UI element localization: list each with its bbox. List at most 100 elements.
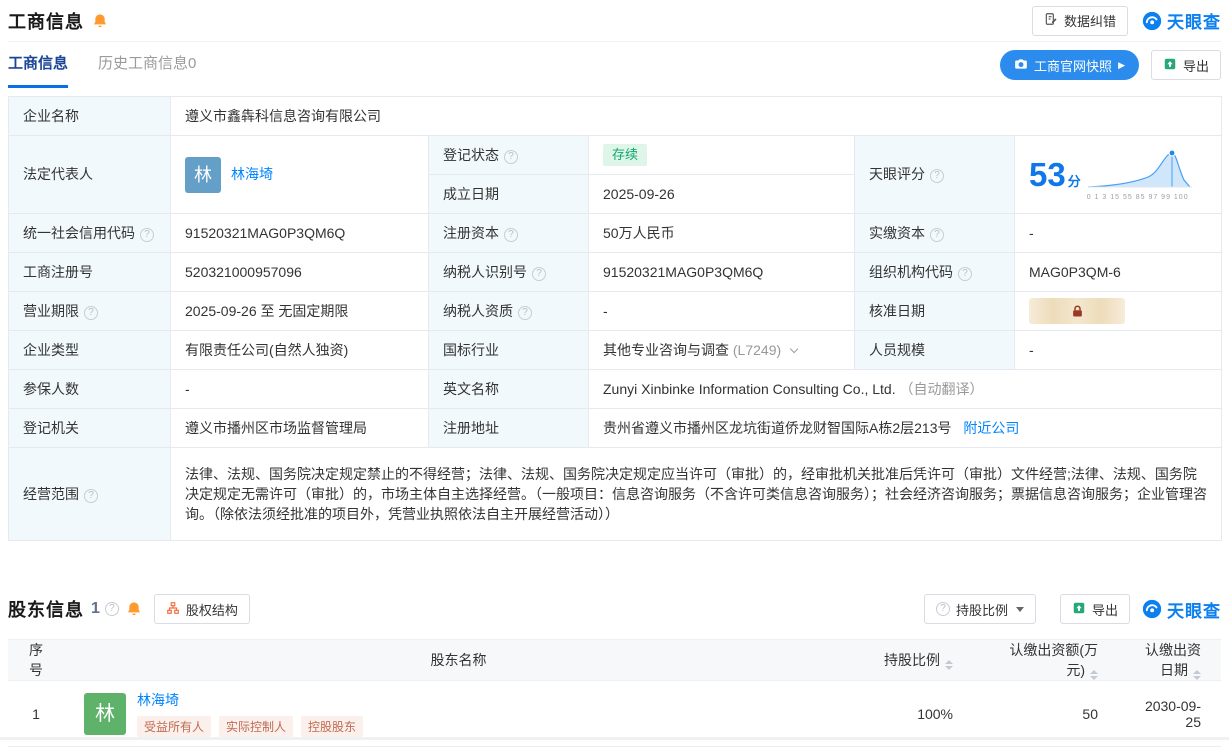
business-scope-label-text: 经营范围: [23, 486, 79, 502]
taxpayer-quality-value: -: [589, 292, 855, 331]
ratio-filter-label: 持股比例: [956, 600, 1008, 619]
locked-value[interactable]: [1029, 298, 1125, 324]
insured-num-value: -: [171, 370, 429, 409]
camera-icon: [1014, 57, 1028, 74]
org-code-value: MAG0P3QM-6: [1015, 253, 1222, 292]
export-button[interactable]: 导出: [1060, 594, 1130, 624]
org-code-label: 组织机构代码: [855, 253, 1015, 292]
data-correction-button[interactable]: 数据纠错: [1032, 6, 1128, 36]
tab-actions: 工商官网快照 ▶ 导出: [1000, 50, 1221, 80]
legal-rep-link[interactable]: 林海埼: [231, 164, 273, 184]
tianyancha-logo-text: 天眼查: [1167, 8, 1221, 33]
reg-no-value: 520321000957096: [171, 253, 429, 292]
table-header-row: 序号 股东名称 持股比例 认缴出资额(万元) 认缴出资日期: [8, 640, 1221, 681]
establish-date-label: 成立日期: [429, 175, 589, 214]
export-icon: [1163, 57, 1177, 74]
column-date-sort[interactable]: 认缴出资日期: [1118, 640, 1221, 681]
help-icon[interactable]: [504, 150, 518, 164]
nearby-companies-link[interactable]: 附近公司: [963, 420, 1019, 436]
column-ratio-sort[interactable]: 持股比例: [853, 640, 973, 681]
english-name-label: 英文名称: [429, 370, 589, 409]
page-title: 工商信息: [8, 8, 84, 34]
help-icon[interactable]: [930, 169, 944, 183]
help-icon[interactable]: [518, 306, 532, 320]
legal-rep-cell: 林 林海埼: [171, 136, 429, 214]
help-icon: [936, 602, 950, 616]
shareholder-avatar[interactable]: 林: [84, 693, 126, 735]
tianyancha-logo[interactable]: 天眼查: [1142, 8, 1221, 33]
taxpayer-no-label-text: 纳税人识别号: [443, 264, 527, 280]
tag-controlling-shareholder[interactable]: 控股股东: [301, 716, 363, 737]
tag-actual-controller[interactable]: 实际控制人: [219, 716, 293, 737]
company-name-value: 遵义市鑫犇科信息咨询有限公司: [171, 97, 1222, 136]
help-icon[interactable]: [532, 267, 546, 281]
establish-date-value: 2025-09-26: [589, 175, 855, 214]
reg-status-cell: 存续: [589, 136, 855, 175]
org-chart-icon: [166, 601, 180, 618]
header-actions: 数据纠错 天眼查: [1032, 6, 1221, 36]
status-badge: 存续: [603, 144, 647, 167]
caret-down-icon: [1016, 607, 1024, 612]
business-info-page: 工商信息 数据纠错 天眼查 工商信息 历史工商信息0: [0, 0, 1229, 747]
taxpayer-no-value: 91520321MAG0P3QM6Q: [589, 253, 855, 292]
tianyancha-logo-icon: [1142, 599, 1162, 619]
business-term-label: 营业期限: [9, 292, 171, 331]
score-unit: 分: [1068, 174, 1081, 189]
sort-icon: [1090, 670, 1098, 680]
taxpayer-no-label: 纳税人识别号: [429, 253, 589, 292]
edit-document-icon: [1044, 12, 1058, 29]
shareholders-count: 1: [91, 600, 100, 618]
org-code-label-text: 组织机构代码: [869, 264, 953, 280]
insured-num-label: 参保人数: [9, 370, 171, 409]
industry-label: 国标行业: [429, 331, 589, 370]
tab-history-info[interactable]: 历史工商信息0: [98, 42, 196, 88]
approval-date-label: 核准日期: [855, 292, 1015, 331]
paid-capital-label-text: 实缴资本: [869, 225, 925, 241]
business-term-label-text: 营业期限: [23, 303, 79, 319]
english-name-value: Zunyi Xinbinke Information Consulting Co…: [603, 381, 896, 397]
column-no: 序号: [8, 640, 64, 681]
paid-capital-label: 实缴资本: [855, 214, 1015, 253]
reg-capital-value: 50万人民币: [589, 214, 855, 253]
score-cell[interactable]: 53分 0 1 3 15 55 85 97 99 100: [1015, 136, 1222, 214]
export-label: 导出: [1092, 600, 1118, 619]
help-icon[interactable]: [958, 267, 972, 281]
official-snapshot-button[interactable]: 工商官网快照 ▶: [1000, 50, 1139, 80]
help-icon[interactable]: [140, 228, 154, 242]
tag-beneficial-owner[interactable]: 受益所有人: [137, 716, 211, 737]
credit-code-value: 91520321MAG0P3QM6Q: [171, 214, 429, 253]
score-value: 53: [1029, 156, 1066, 193]
shareholder-tags: 受益所有人 实际控制人 控股股东: [137, 716, 363, 737]
ratio-filter-button[interactable]: 持股比例: [924, 594, 1036, 624]
sort-icon: [1193, 670, 1201, 680]
chevron-down-icon[interactable]: [790, 344, 799, 353]
help-icon[interactable]: [84, 489, 98, 503]
lock-icon: [1070, 304, 1085, 319]
tianyancha-logo-icon: [1142, 11, 1162, 31]
tab-business-info[interactable]: 工商信息: [8, 42, 68, 88]
monitor-bell-icon[interactable]: [126, 601, 142, 617]
address-label: 注册地址: [429, 409, 589, 448]
help-icon[interactable]: [504, 228, 518, 242]
column-amount-sort[interactable]: 认缴出资额(万元): [973, 640, 1118, 681]
reg-status-label-text: 登记状态: [443, 147, 499, 163]
help-icon[interactable]: [84, 306, 98, 320]
reg-authority-value: 遵义市播州区市场监督管理局: [171, 409, 429, 448]
monitor-bell-icon[interactable]: [92, 13, 108, 29]
score-axis-labels: 0 1 3 15 55 85 97 99 100: [1087, 193, 1193, 203]
shareholder-link[interactable]: 林海埼: [137, 690, 363, 710]
column-ratio-label: 持股比例: [884, 652, 940, 668]
section-header: 工商信息 数据纠错 天眼查: [8, 0, 1221, 42]
taxpayer-quality-label-text: 纳税人资质: [443, 303, 513, 319]
help-icon[interactable]: [930, 228, 944, 242]
address-cell: 贵州省遵义市播州区龙坑街道侨龙财智国际A栋2层213号 附近公司: [589, 409, 1222, 448]
credit-code-label: 统一社会信用代码: [9, 214, 171, 253]
tianyancha-logo[interactable]: 天眼查: [1142, 597, 1221, 622]
legal-rep-avatar[interactable]: 林: [185, 157, 221, 193]
export-button[interactable]: 导出: [1151, 50, 1221, 80]
business-scope-value: 法律、法规、国务院决定规定禁止的不得经营；法律、法规、国务院决定规定应当许可（审…: [171, 448, 1222, 541]
help-icon[interactable]: [105, 602, 119, 616]
score-chart: 0 1 3 15 55 85 97 99 100: [1087, 146, 1193, 203]
data-correction-label: 数据纠错: [1064, 11, 1116, 30]
equity-structure-button[interactable]: 股权结构: [154, 594, 250, 624]
